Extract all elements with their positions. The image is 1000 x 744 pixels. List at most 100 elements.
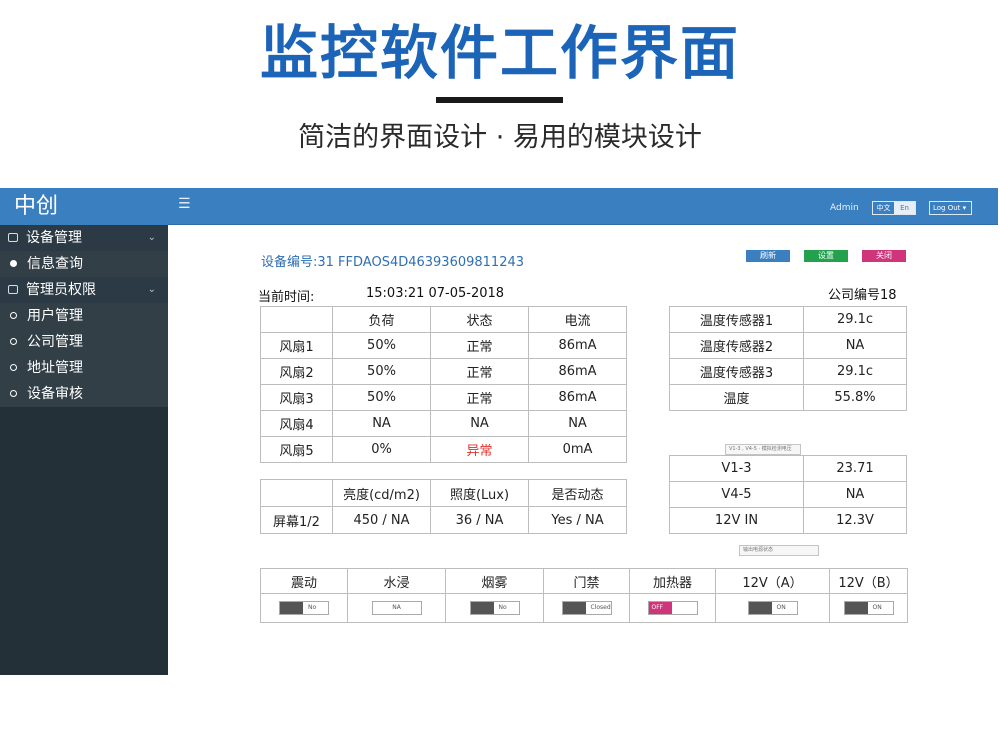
close-button[interactable]: 关闭 bbox=[862, 250, 906, 262]
fan-load: 0% bbox=[332, 436, 431, 463]
sidebar-item-label: 用户管理 bbox=[27, 308, 83, 324]
fan-status: NA bbox=[430, 410, 529, 437]
current-time-label: 当前时间: bbox=[258, 290, 315, 305]
fan-current: NA bbox=[528, 410, 627, 437]
table-header-row: 震动 水浸 烟雾 门禁 加热器 12V（A） 12V（B） bbox=[260, 568, 908, 594]
sensor-label: 温度传感器2 bbox=[669, 332, 804, 359]
table-corner-cell bbox=[260, 306, 333, 333]
promo-divider bbox=[436, 97, 563, 103]
status-label: 加热器 bbox=[629, 568, 716, 594]
fan-current: 86mA bbox=[528, 358, 627, 385]
column-header: 状态 bbox=[430, 306, 529, 333]
screen-illuminance: 36 / NA bbox=[430, 506, 529, 534]
column-header: 电流 bbox=[528, 306, 627, 333]
table-row: 温度 55.8% bbox=[669, 384, 907, 411]
status-label: 水浸 bbox=[347, 568, 446, 594]
bullet-icon bbox=[10, 390, 17, 397]
table-row: 温度传感器1 29.1c bbox=[669, 306, 907, 333]
sidebar-group-device[interactable]: 设备管理 ⌄ bbox=[0, 225, 168, 251]
status-label: 12V（A） bbox=[715, 568, 830, 594]
table-row: 屏幕1/2 450 / NA 36 / NA Yes / NA bbox=[260, 506, 627, 534]
fan-name: 风扇4 bbox=[260, 410, 333, 437]
menu-toggle-icon[interactable]: ☰ bbox=[178, 197, 191, 211]
sidebar-item-label: 设备审核 bbox=[27, 386, 83, 402]
box-icon bbox=[8, 285, 18, 294]
status-cell: NA bbox=[347, 593, 446, 623]
water-switch[interactable]: NA bbox=[371, 601, 422, 615]
promo-title: 监控软件工作界面 bbox=[259, 19, 740, 87]
switch-knob bbox=[844, 602, 868, 614]
brand-logo: 中创 bbox=[0, 188, 168, 225]
voltage-tag: V1-3 , V4-5 · 模拟检测电压 bbox=[725, 444, 801, 455]
column-header: 亮度(cd/m2) bbox=[332, 479, 431, 507]
sensor-value: NA bbox=[803, 332, 907, 359]
fan-table: 负荷 状态 电流 风扇1 50% 正常 86mA 风扇2 50% 正常 86mA… bbox=[260, 306, 627, 463]
smoke-switch[interactable]: No bbox=[469, 601, 520, 615]
voltage-value: 23.71 bbox=[803, 455, 907, 482]
fan-name: 风扇5 bbox=[260, 436, 333, 463]
table-row: 风扇2 50% 正常 86mA bbox=[260, 358, 627, 385]
screen-brightness: 450 / NA bbox=[332, 506, 431, 534]
fan-current: 86mA bbox=[528, 332, 627, 359]
status-cell: No bbox=[260, 593, 348, 623]
table-row: 风扇1 50% 正常 86mA bbox=[260, 332, 627, 359]
table-row: V1-3 23.71 bbox=[669, 455, 907, 482]
table-row: 风扇5 0% 异常 0mA bbox=[260, 436, 627, 463]
table-row: 风扇3 50% 正常 86mA bbox=[260, 384, 627, 411]
fan-status: 正常 bbox=[430, 358, 529, 385]
status-label: 烟雾 bbox=[445, 568, 544, 594]
fan-load: 50% bbox=[332, 358, 431, 385]
status-cell: No bbox=[445, 593, 544, 623]
sidebar-item-user-mgmt[interactable]: 用户管理 bbox=[0, 303, 168, 329]
bullet-active-icon bbox=[10, 260, 17, 267]
switch-knob bbox=[748, 602, 772, 614]
sensor-label: 温度传感器3 bbox=[669, 358, 804, 385]
status-switch-table: 震动 水浸 烟雾 门禁 加热器 12V（A） 12V（B） No NA No C… bbox=[260, 568, 908, 623]
voltage-label: V1-3 bbox=[669, 455, 804, 482]
sidebar-item-company-mgmt[interactable]: 公司管理 bbox=[0, 329, 168, 355]
admin-user-label[interactable]: Admin bbox=[830, 203, 859, 213]
lang-zh-option[interactable]: 中文 bbox=[873, 202, 894, 214]
refresh-button[interactable]: 刷新 bbox=[746, 250, 790, 262]
table-row: No NA No Closed OFF ON ON bbox=[260, 593, 908, 623]
voltage-table: V1-3 23.71 V4-5 NA 12V IN 12.3V bbox=[669, 455, 907, 534]
current-time-value: 15:03:21 07-05-2018 bbox=[366, 286, 505, 301]
logout-button[interactable]: Log Out ▾ bbox=[929, 201, 972, 215]
settings-button[interactable]: 设置 bbox=[804, 250, 848, 262]
main-content: 设备编号:31 FFDAOS4D46393609811243 当前时间: 15:… bbox=[168, 225, 998, 675]
heater-switch[interactable]: OFF bbox=[647, 601, 698, 615]
12v-b-switch[interactable]: ON bbox=[843, 601, 894, 615]
12v-a-switch[interactable]: ON bbox=[747, 601, 798, 615]
door-switch[interactable]: Closed bbox=[561, 601, 612, 615]
chevron-down-icon: ⌄ bbox=[147, 232, 156, 243]
fan-status: 正常 bbox=[430, 332, 529, 359]
table-row: 风扇4 NA NA NA bbox=[260, 410, 627, 437]
fan-name: 风扇1 bbox=[260, 332, 333, 359]
output-status-tag: 输出电源状态 bbox=[739, 545, 819, 556]
vibration-switch[interactable]: No bbox=[279, 601, 329, 615]
status-cell: ON bbox=[829, 593, 908, 623]
sidebar-group-admin[interactable]: 管理员权限 ⌄ bbox=[0, 277, 168, 303]
app-window: 中创 ☰ Admin 中文 En Log Out ▾ 设备管理 ⌄ 信息查询 管… bbox=[0, 188, 1000, 675]
status-cell: Closed bbox=[543, 593, 630, 623]
status-label: 门禁 bbox=[543, 568, 630, 594]
screen-name: 屏幕1/2 bbox=[260, 506, 333, 534]
column-header: 负荷 bbox=[332, 306, 431, 333]
sensor-value: 29.1c bbox=[803, 358, 907, 385]
switch-state: OFF bbox=[651, 604, 664, 611]
language-toggle[interactable]: 中文 En bbox=[872, 201, 916, 215]
fan-name: 风扇2 bbox=[260, 358, 333, 385]
status-cell: ON bbox=[715, 593, 830, 623]
lang-en-option[interactable]: En bbox=[894, 202, 915, 214]
sidebar-item-address-mgmt[interactable]: 地址管理 bbox=[0, 355, 168, 381]
sidebar-item-info-query[interactable]: 信息查询 bbox=[0, 251, 168, 277]
switch-state: ON bbox=[872, 604, 882, 611]
switch-state: NA bbox=[392, 604, 401, 611]
fan-status: 正常 bbox=[430, 384, 529, 411]
voltage-value: 12.3V bbox=[803, 507, 907, 534]
status-cell: OFF bbox=[629, 593, 716, 623]
sidebar-item-device-review[interactable]: 设备审核 bbox=[0, 381, 168, 407]
table-header-row: 负荷 状态 电流 bbox=[260, 306, 627, 333]
sidebar-item-label: 公司管理 bbox=[27, 334, 83, 350]
switch-knob bbox=[562, 602, 586, 614]
